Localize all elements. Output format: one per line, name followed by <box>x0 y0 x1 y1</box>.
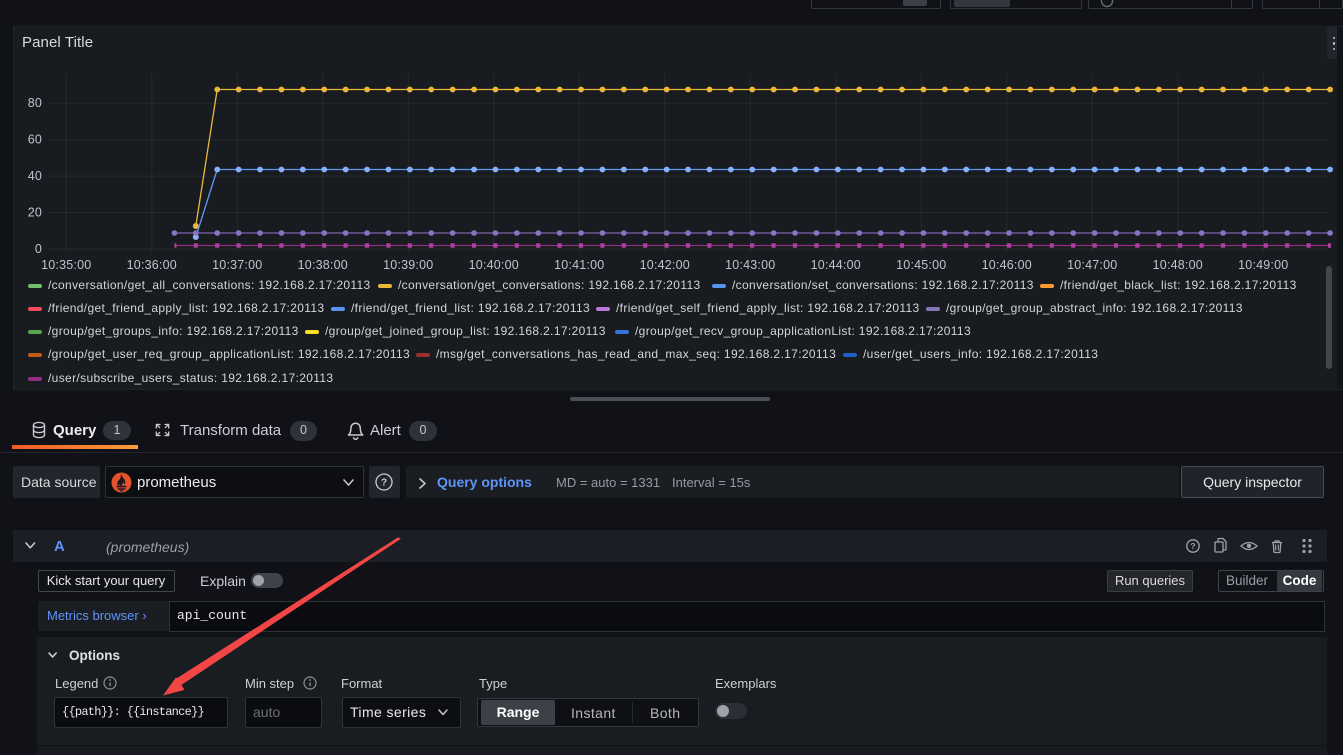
svg-text:?: ? <box>1190 541 1195 551</box>
svg-text:?: ? <box>381 478 387 489</box>
